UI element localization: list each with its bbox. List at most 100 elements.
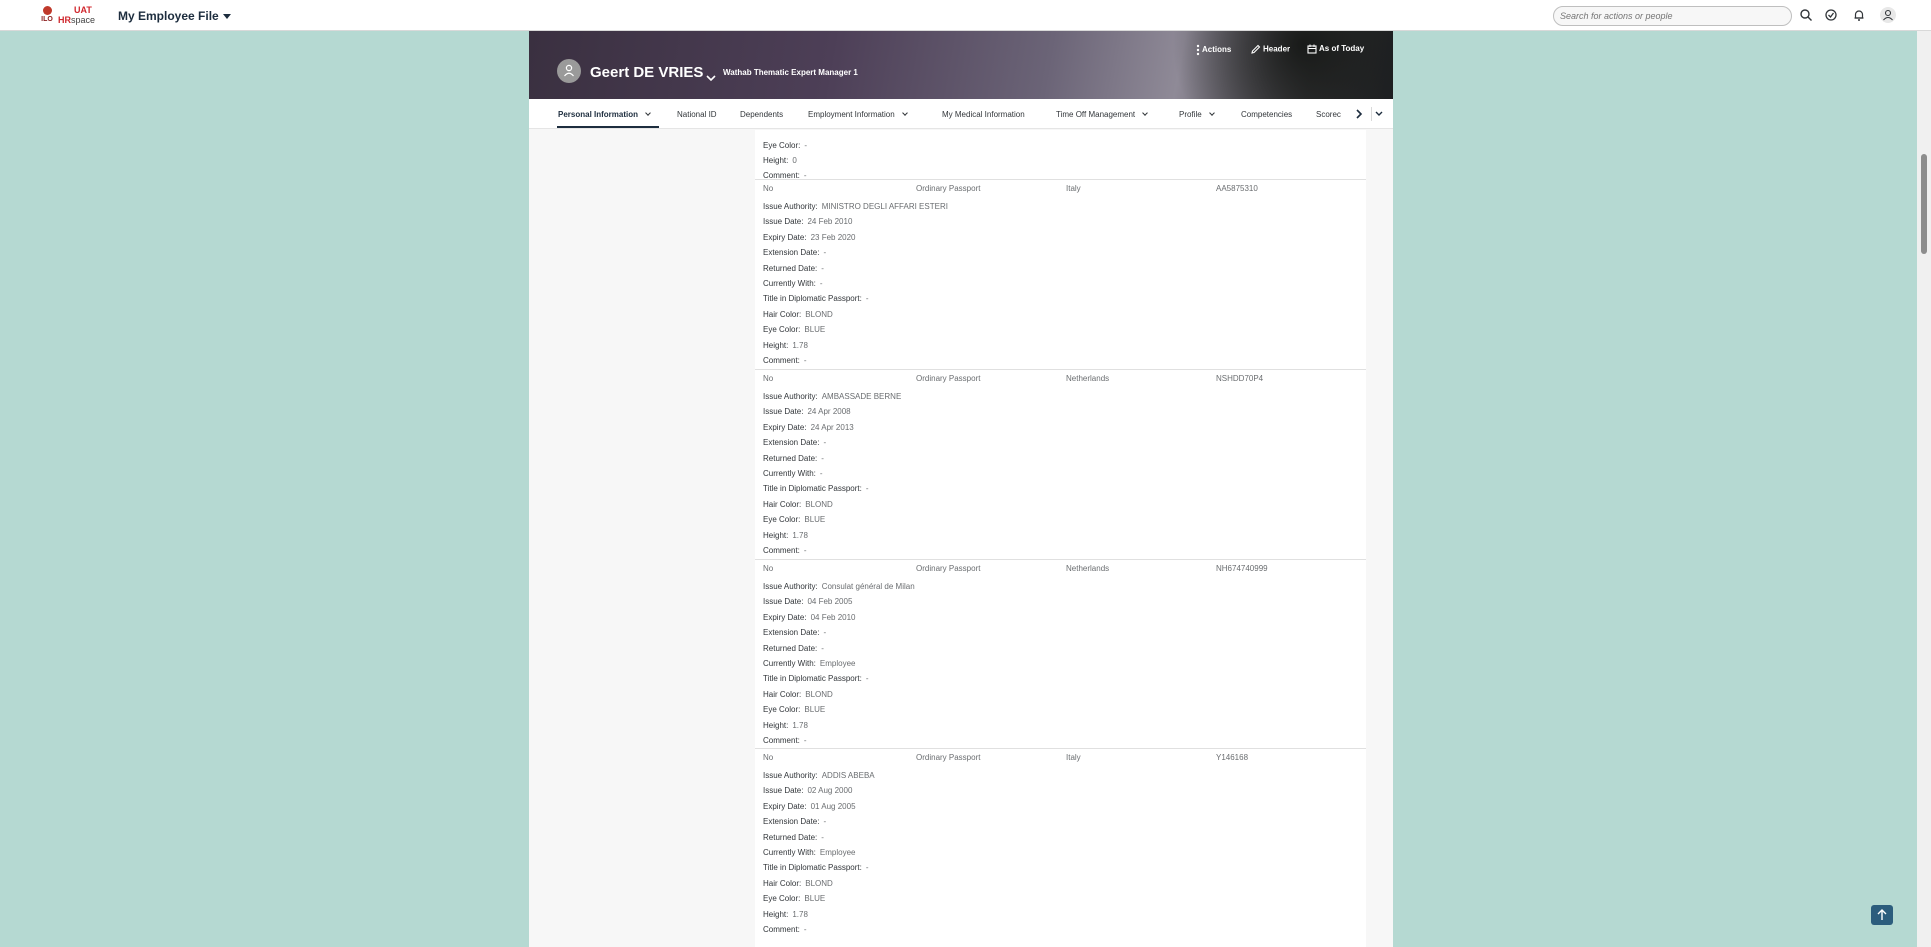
issue-date-field: Issue Date: 24 Apr 2008 (763, 407, 851, 416)
comment-label: Comment: (763, 546, 800, 555)
record-separator (755, 369, 1366, 370)
user-avatar-icon[interactable] (1880, 7, 1896, 23)
comment-value: - (803, 546, 807, 555)
issue-authority-value: ADDIS ABEBA (821, 771, 875, 780)
scrollbar-thumb[interactable] (1921, 154, 1927, 254)
hair-color-field: Hair Color: BLOND (763, 500, 833, 509)
returned-date-field: Returned Date: - (763, 833, 824, 842)
expiry-date-label: Expiry Date: (763, 801, 807, 811)
eye-color-value: BLUE (804, 894, 826, 904)
height-label: Height: (763, 530, 789, 540)
pencil-icon (1251, 44, 1261, 54)
caret-down-icon (222, 14, 231, 20)
hair-color-value: BLOND (805, 689, 833, 699)
currently-with-value: - (819, 469, 823, 478)
currently-with-field: Currently With: Employee (763, 848, 855, 857)
tab-time-off-management[interactable]: Time Off Management (1056, 110, 1148, 119)
height-value: 1.78 (792, 720, 808, 730)
title-diplomatic-field: Title in Diplomatic Passport: - (763, 294, 869, 303)
issue-date-field: Issue Date: 24 Feb 2010 (763, 217, 852, 226)
height-label: Height: (763, 720, 789, 730)
issue-authority-label: Issue Authority: (763, 582, 818, 591)
calendar-icon (1307, 44, 1317, 54)
employee-title: Wathab Thematic Expert Manager 1 (723, 68, 858, 77)
page-scrollbar[interactable] (1917, 31, 1931, 947)
passport-country: Netherlands (1066, 564, 1110, 573)
chevron-right-icon[interactable] (1352, 107, 1366, 121)
more-vertical-icon (1196, 44, 1200, 56)
issue-date-field: Issue Date: 04 Feb 2005 (763, 597, 852, 606)
height-field: Height: 1.78 (763, 341, 808, 350)
currently-with-field: Currently With: - (763, 279, 823, 288)
section-tabs: Personal Information National ID Depende… (529, 99, 1393, 129)
employee-name[interactable]: Geert DE VRIES (590, 64, 703, 81)
as-of-today-button[interactable]: As of Today (1307, 44, 1364, 60)
tabs-overflow-icon[interactable] (1371, 107, 1385, 121)
issue-authority-label: Issue Authority: (763, 202, 818, 211)
hrspace-logo[interactable]: ILO UAT HRspace (40, 4, 95, 26)
passport-country: Italy (1066, 184, 1081, 193)
tab-profile[interactable]: Profile (1179, 110, 1215, 119)
expiry-date-label: Expiry Date: (763, 612, 807, 622)
comment-field: Comment: - (763, 356, 807, 365)
chevron-down-icon[interactable] (706, 69, 716, 87)
returned-date-label: Returned Date: (763, 453, 818, 463)
comment-label: Comment: (763, 925, 800, 934)
hair-color-value: BLOND (805, 309, 833, 319)
tab-personal-information[interactable]: Personal Information (558, 110, 651, 119)
passport-type: Ordinary Passport (916, 374, 981, 383)
issue-authority-field: Issue Authority: AMBASSADE BERNE (763, 392, 901, 401)
eye-color-label: Eye Color: (763, 894, 801, 904)
passport-number: NH674740999 (1216, 564, 1268, 573)
search-input[interactable] (1553, 6, 1792, 26)
title-diplomatic-label: Title in Diplomatic Passport: (763, 674, 862, 684)
returned-date-field: Returned Date: - (763, 644, 824, 653)
edit-header-button[interactable]: Header (1250, 44, 1290, 60)
tab-employment-information[interactable]: Employment Information (808, 110, 908, 119)
passport-number: NSHDD70P4 (1216, 374, 1264, 383)
scroll-to-top-button[interactable] (1871, 905, 1893, 925)
chevron-down-icon (1208, 110, 1215, 116)
issue-date-label: Issue Date: (763, 217, 804, 227)
search-icon[interactable] (1799, 8, 1813, 22)
approvals-icon[interactable] (1824, 8, 1838, 22)
tab-scorecard[interactable]: Scorec (1316, 110, 1341, 119)
extension-date-value: - (823, 817, 827, 827)
extension-date-label: Extension Date: (763, 817, 820, 827)
eye-color-label: Eye Color: (763, 515, 801, 525)
eye-color-field: Eye Color: BLUE (763, 325, 825, 334)
issue-authority-field: Issue Authority: Consulat général de Mila… (763, 582, 915, 591)
height-field: Height: 1.78 (763, 531, 808, 540)
tab-competencies[interactable]: Competencies (1241, 110, 1292, 119)
eye-color-value: BLUE (804, 325, 826, 335)
comment-label: Comment: (763, 356, 800, 365)
issue-authority-field: Issue Authority: ADDIS ABEBA (763, 771, 875, 780)
tab-my-medical-information[interactable]: My Medical Information (942, 110, 1025, 119)
eye-color-value: BLUE (804, 705, 826, 715)
actions-button[interactable]: Actions (1196, 44, 1231, 60)
record-separator (755, 559, 1366, 560)
returned-date-label: Returned Date: (763, 643, 818, 653)
hair-color-field: Hair Color: BLOND (763, 690, 833, 699)
expiry-date-value: 04 Feb 2010 (810, 612, 856, 622)
uat-label: UAT (74, 5, 92, 15)
issue-authority-field: Issue Authority: MINISTRO DEGLI AFFARI ES… (763, 202, 948, 211)
active-tab-indicator (557, 126, 659, 128)
ilo-logo: ILO (40, 6, 54, 23)
issue-authority-label: Issue Authority: (763, 392, 818, 401)
employee-file-panel: Geert DE VRIES Wathab Thematic Expert Ma… (529, 31, 1393, 947)
passport-number: AA5875310 (1216, 184, 1258, 193)
tab-national-id[interactable]: National ID (677, 110, 717, 119)
bell-icon[interactable] (1852, 8, 1866, 22)
comment-value: - (803, 736, 807, 745)
primary-flag: No (763, 374, 774, 383)
extension-date-value: - (823, 628, 827, 638)
extension-date-value: - (823, 438, 827, 448)
app-title-menu[interactable]: My Employee File (118, 9, 231, 23)
hair-color-label: Hair Color: (763, 309, 802, 319)
employee-avatar (557, 59, 581, 83)
tab-dependents[interactable]: Dependents (740, 110, 783, 119)
passport-type: Ordinary Passport (916, 564, 981, 573)
currently-with-field: Currently With: - (763, 469, 823, 478)
employee-header: Geert DE VRIES Wathab Thematic Expert Ma… (529, 31, 1393, 99)
